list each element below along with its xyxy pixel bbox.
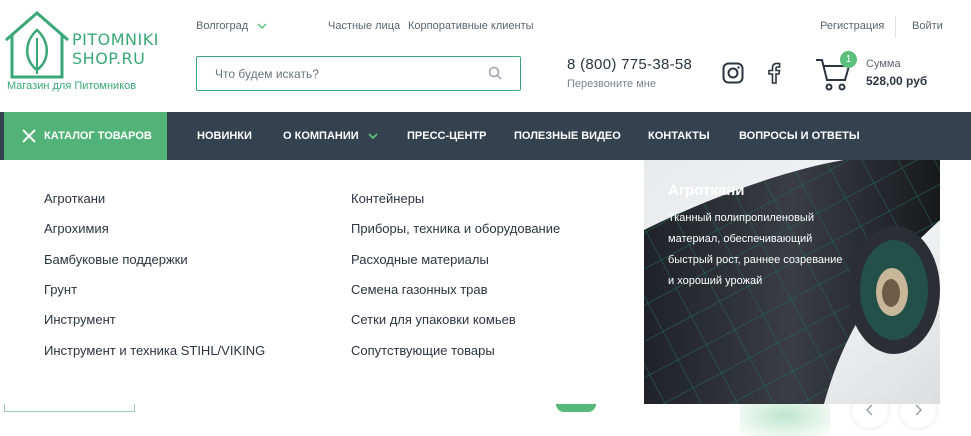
nav-item-faq[interactable]: ВОПРОСЫ И ОТВЕТЫ xyxy=(739,112,860,160)
catalog-item-soil[interactable]: Грунт xyxy=(44,282,77,297)
catalog-item-lawn-seeds[interactable]: Семена газонных трав xyxy=(351,282,488,297)
catalog-item-agrochemistry[interactable]: Агрохимия xyxy=(44,221,109,236)
catalog-item-containers[interactable]: Контейнеры xyxy=(351,191,424,206)
nav-item-contacts[interactable]: КОНТАКТЫ xyxy=(648,112,710,160)
catalog-item-consumables[interactable]: Расходные материалы xyxy=(351,252,489,267)
cart-sum-value[interactable]: 528,00 руб xyxy=(866,74,927,88)
instagram-icon[interactable] xyxy=(722,62,744,84)
catalog-item-stihl-viking[interactable]: Инструмент и техника STIHL/VIKING xyxy=(44,343,265,358)
cart-count-badge: 1 xyxy=(840,51,857,68)
login-link[interactable]: Войти xyxy=(912,20,943,32)
chevron-down-icon xyxy=(257,23,267,29)
top-divider xyxy=(895,16,896,38)
nav-item-press[interactable]: ПРЕСС-ЦЕНТР xyxy=(407,112,487,160)
catalog-button[interactable]: КАТАЛОГ ТОВАРОВ xyxy=(4,112,167,160)
nav-item-about[interactable]: О КОМПАНИИ xyxy=(283,112,378,160)
callback-link[interactable]: Перезвоните мне xyxy=(567,78,656,90)
search-icon[interactable] xyxy=(488,66,502,80)
cart-sum-label: Сумма xyxy=(866,58,901,70)
search-box xyxy=(196,56,521,91)
phone-number[interactable]: 8 (800) 775-38-58 xyxy=(567,56,692,73)
catalog-item-related-goods[interactable]: Сопутствующие товары xyxy=(351,343,495,358)
facebook-icon[interactable] xyxy=(767,62,781,84)
nav-item-videos[interactable]: ПОЛЕЗНЫЕ ВИДЕО xyxy=(514,112,621,160)
catalog-item-root-nets[interactable]: Сетки для упаковки комьев xyxy=(351,312,516,327)
close-icon xyxy=(22,129,36,143)
catalog-item-agrotkani[interactable]: Агроткани xyxy=(44,191,105,206)
search-input[interactable] xyxy=(213,65,477,82)
chevron-down-icon xyxy=(368,133,378,140)
promo-description: Тканный полипропиленовый материал, обесп… xyxy=(668,212,843,287)
logo-tagline: Магазин для Питомников xyxy=(7,80,137,92)
city-selector[interactable]: Волгоград xyxy=(196,20,267,32)
catalog-item-tools[interactable]: Инструмент xyxy=(44,312,116,327)
catalog-item-bamboo-supports[interactable]: Бамбуковые поддержки xyxy=(44,252,188,267)
register-link[interactable]: Регистрация xyxy=(820,20,884,32)
nav-item-new[interactable]: НОВИНКИ xyxy=(197,112,252,160)
private-clients-link[interactable]: Частные лица xyxy=(328,20,400,32)
logo-text[interactable]: PITOMNIKI SHOP.RU xyxy=(72,30,159,68)
background-decoration xyxy=(556,404,596,412)
catalog-item-equipment[interactable]: Приборы, техника и оборудование xyxy=(351,221,560,236)
background-button-edge xyxy=(4,404,135,412)
corporate-clients-link[interactable]: Корпоративные клиенты xyxy=(408,20,534,32)
promo-title: Агроткани xyxy=(668,182,745,199)
